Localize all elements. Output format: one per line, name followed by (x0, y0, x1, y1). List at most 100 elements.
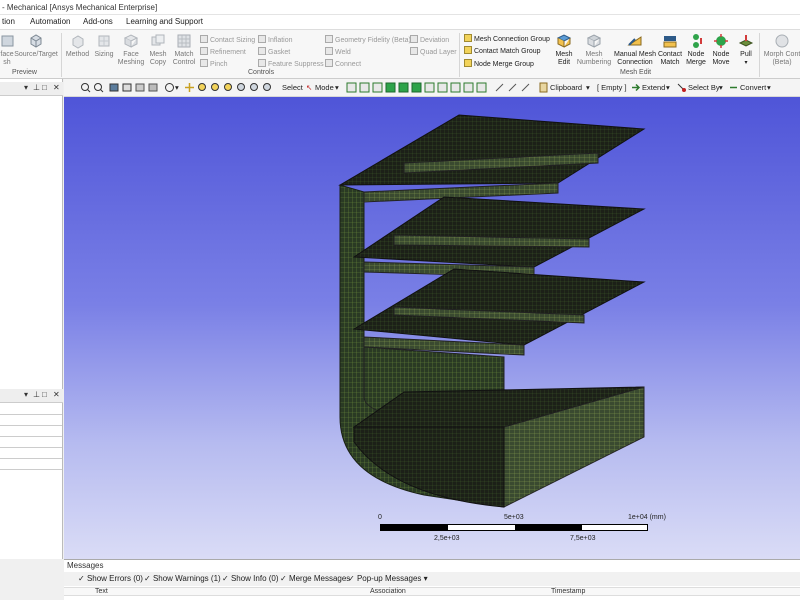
deviation-item[interactable]: Deviation (410, 35, 449, 44)
menu-item-learning-support[interactable]: Learning and Support (126, 17, 203, 26)
details-row[interactable] (0, 460, 62, 470)
select-node-icon[interactable] (398, 82, 409, 93)
select-multi-icon[interactable] (463, 82, 474, 93)
select-by-dropdown-icon[interactable]: ▾ (719, 83, 723, 92)
panel-menu-icon[interactable]: ▾ (24, 390, 28, 399)
column-timestamp[interactable]: Timestamp (551, 588, 585, 595)
box-zoom-icon[interactable] (210, 82, 221, 93)
pan-icon[interactable] (184, 82, 195, 93)
pin-icon[interactable]: ⊥ (33, 83, 40, 92)
show-errors-option[interactable]: ✓ Show Errors (0) (78, 574, 143, 583)
zoom-to-fit-icon[interactable] (223, 82, 234, 93)
close-icon[interactable]: ✕ (53, 83, 60, 92)
node-merge-group-item[interactable]: Node Merge Group (464, 59, 534, 68)
connect-item[interactable]: Connect (325, 59, 361, 68)
contact-match-group-item[interactable]: Contact Match Group (464, 46, 541, 55)
inflation-item[interactable]: Inflation (258, 35, 293, 44)
gasket-item[interactable]: Gasket (258, 47, 290, 56)
weld-item[interactable]: Weld (325, 47, 351, 56)
extend-dropdown[interactable]: Extend (642, 83, 665, 92)
menu-item-addons[interactable]: Add-ons (83, 17, 113, 26)
select-edge-icon[interactable] (359, 82, 370, 93)
menu-item-automation[interactable]: Automation (30, 17, 70, 26)
mode-dropdown[interactable]: Mode (315, 83, 334, 92)
rotate-icon[interactable] (164, 82, 175, 93)
face-meshing-button[interactable]: Face Meshing (117, 33, 145, 67)
convert-icon[interactable] (728, 82, 739, 93)
convert-dropdown[interactable]: Convert (740, 83, 766, 92)
face-mesh-preview-button[interactable]: face sh (0, 33, 14, 67)
select-cube-icon[interactable] (450, 82, 461, 93)
pull-dropdown-icon[interactable]: ▾ (734, 59, 758, 67)
clipboard-dropdown-icon[interactable]: ▾ (586, 83, 590, 92)
zoom-icon[interactable] (197, 82, 208, 93)
close-icon[interactable]: ✕ (53, 390, 60, 399)
selection-option-icon[interactable] (520, 82, 531, 93)
graphics-viewport[interactable]: 0 5e+03 1e+04 (mm) 2,5e+03 7,5e+03 (64, 97, 800, 559)
contact-sizing-item[interactable]: Contact Sizing (200, 35, 255, 44)
mesh-view-icon[interactable] (148, 82, 159, 93)
details-row[interactable] (0, 416, 62, 426)
maximize-icon[interactable]: □ (42, 390, 47, 399)
manual-mesh-connection-button[interactable]: Manual Mesh Connection (613, 33, 657, 67)
mesh-numbering-button[interactable]: Mesh Numbering (576, 33, 612, 67)
hull-mesh-model[interactable] (64, 97, 800, 559)
pin-icon[interactable]: ⊥ (33, 390, 40, 399)
morph-control-button[interactable]: Morph Cont (Beta) (762, 33, 800, 67)
shaded-view-icon[interactable] (109, 82, 120, 93)
show-warnings-option[interactable]: ✓ Show Warnings (1) (144, 574, 221, 583)
details-row[interactable] (0, 438, 62, 448)
node-move-button[interactable]: Node Move (709, 33, 733, 67)
column-association[interactable]: Association (370, 588, 406, 595)
feature-suppress-item[interactable]: Feature Suppress (258, 59, 324, 68)
quad-layer-item[interactable]: Quad Layer (410, 47, 457, 56)
maximize-icon[interactable]: □ (42, 83, 47, 92)
zoom-out-icon[interactable] (93, 82, 104, 93)
method-button[interactable]: Method (64, 33, 91, 59)
geometry-fidelity-item[interactable]: Geometry Fidelity (Beta) (325, 35, 411, 44)
clipboard-icon[interactable] (538, 82, 549, 93)
details-row[interactable] (0, 405, 62, 415)
mesh-connection-group-item[interactable]: Mesh Connection Group (464, 34, 550, 43)
mode-dropdown-icon[interactable]: ▾ (335, 83, 339, 92)
select-vertex-icon[interactable] (346, 82, 357, 93)
column-text[interactable]: Text (95, 588, 108, 595)
selection-tool-icon[interactable] (507, 82, 518, 93)
details-row[interactable] (0, 449, 62, 459)
extend-icon[interactable] (630, 82, 641, 93)
pinch-item[interactable]: Pinch (200, 59, 228, 68)
select-face-icon[interactable] (372, 82, 383, 93)
pull-button[interactable]: Pull ▾ (734, 33, 758, 67)
magnifier-icon[interactable] (236, 82, 247, 93)
select-by-dropdown[interactable]: Select By (688, 83, 720, 92)
select-by-icon[interactable] (676, 82, 687, 93)
selection-filter-icon[interactable] (494, 82, 505, 93)
match-control-button[interactable]: Match Control (171, 33, 197, 67)
contact-match-button[interactable]: Contact Match (657, 33, 683, 67)
select-element-face-icon[interactable] (424, 82, 435, 93)
extend-dropdown-icon[interactable]: ▾ (666, 83, 670, 92)
select-extra-icon[interactable] (476, 82, 487, 93)
select-label[interactable]: Select (282, 83, 303, 92)
panel-menu-icon[interactable]: ▾ (24, 83, 28, 92)
merge-messages-option[interactable]: ✓ Merge Messages (280, 574, 350, 583)
show-info-option[interactable]: ✓ Show Info (0) (222, 574, 279, 583)
zoom-in-icon[interactable] (80, 82, 91, 93)
convert-dropdown-icon[interactable]: ▾ (767, 83, 771, 92)
select-element-icon[interactable] (411, 82, 422, 93)
menu-item-solution[interactable]: tion (2, 17, 15, 26)
select-body-icon[interactable] (385, 82, 396, 93)
edges-icon[interactable] (135, 82, 146, 93)
select-mesh-icon[interactable] (437, 82, 448, 93)
mesh-edit-button[interactable]: Mesh Edit (553, 33, 575, 67)
rotate-dropdown-icon[interactable]: ▾ (175, 83, 179, 92)
source-target-button[interactable]: Source/Target (14, 33, 58, 59)
wireframe-icon[interactable] (122, 82, 133, 93)
node-merge-button[interactable]: Node Merge (684, 33, 708, 67)
popup-messages-option[interactable]: ✓ Pop-up Messages ▾ (348, 574, 428, 583)
next-view-icon[interactable] (262, 82, 273, 93)
mesh-copy-button[interactable]: Mesh Copy (146, 33, 170, 67)
clipboard-dropdown[interactable]: Clipboard (550, 83, 582, 92)
sizing-button[interactable]: Sizing (92, 33, 116, 59)
previous-view-icon[interactable] (249, 82, 260, 93)
